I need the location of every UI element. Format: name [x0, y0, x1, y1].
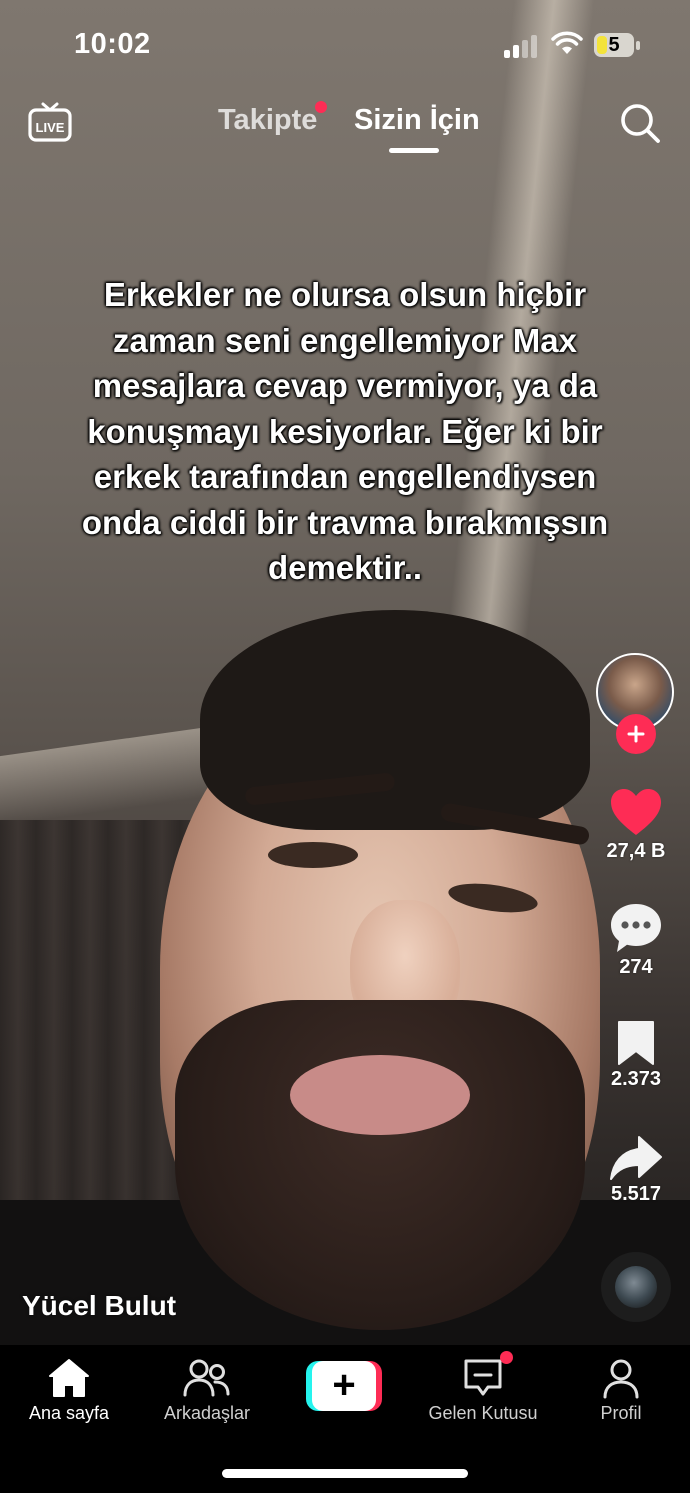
inbox-icon: [464, 1359, 502, 1396]
nav-friends-label: Arkadaşlar: [163, 1403, 251, 1423]
svg-text:LIVE: LIVE: [36, 120, 65, 135]
profile-icon: [603, 1359, 639, 1399]
status-time: 10:02: [74, 28, 151, 60]
caption-line: mesajlara cevap vermiyor, ya da: [92, 367, 598, 404]
battery-level: 5: [608, 33, 620, 56]
status-bar: 10:02 5: [0, 0, 690, 90]
inbox-notification-dot: [500, 1351, 513, 1364]
like-count: 27,4 B: [606, 840, 666, 862]
nav-inbox-label: Gelen Kutusu: [428, 1403, 538, 1423]
nav-profile-label: Profil: [600, 1403, 642, 1423]
music-disc[interactable]: [601, 1252, 671, 1322]
share-arrow-icon: [610, 1136, 662, 1180]
search-icon[interactable]: [619, 102, 661, 144]
nav-home[interactable]: Ana sayfa: [4, 1357, 134, 1424]
battery-icon: 5: [594, 33, 640, 57]
wifi-icon: [551, 31, 583, 54]
creator-name[interactable]: Yücel Bulut: [22, 1290, 176, 1322]
music-disc-cover: [615, 1266, 657, 1308]
home-icon: [49, 1359, 89, 1397]
nav-profile[interactable]: Profil: [556, 1357, 686, 1424]
caption-line: onda ciddi bir travma bırakmışsın: [81, 503, 609, 541]
nav-friends[interactable]: Arkadaşlar: [142, 1357, 272, 1424]
tab-for-you[interactable]: Sizin İçin: [354, 104, 480, 137]
video-player[interactable]: [0, 0, 690, 1345]
plus-icon: [627, 725, 645, 743]
nav-home-label: Ana sayfa: [28, 1403, 110, 1423]
share-count: 5.517: [610, 1183, 662, 1205]
cellular-signal-icon: [504, 34, 538, 58]
create-button[interactable]: +: [306, 1361, 382, 1411]
comment-button[interactable]: 274: [596, 902, 676, 979]
video-caption-overlay: Erkekler ne olursa olsun hiçbir zaman se…: [55, 272, 635, 591]
home-indicator[interactable]: [222, 1469, 468, 1478]
caption-line: demektir..: [267, 549, 423, 586]
bookmark-count: 2.373: [610, 1068, 662, 1090]
nav-inbox[interactable]: Gelen Kutusu: [418, 1357, 548, 1424]
battery-fill: [597, 36, 607, 54]
comment-count: 274: [619, 956, 653, 978]
friends-icon: [183, 1359, 230, 1397]
caption-line: konuşmayı kesiyorlar. Eğer ki bir: [87, 412, 603, 450]
create-plus-icon: +: [332, 1362, 356, 1407]
heart-icon: [611, 789, 661, 835]
tab-following[interactable]: Takipte: [218, 104, 317, 137]
live-tv-icon[interactable]: LIVE: [28, 100, 72, 144]
caption-line: zaman seni engellemiyor Max: [112, 321, 577, 359]
following-notification-dot: [315, 101, 327, 113]
left-eye: [268, 842, 358, 868]
create-button-face: +: [312, 1361, 376, 1411]
caption-line: Erkekler ne olursa olsun hiçbir: [103, 276, 587, 313]
active-tab-indicator: [389, 148, 439, 153]
bookmark-icon: [618, 1021, 654, 1065]
bookmark-button[interactable]: 2.373: [596, 1020, 676, 1091]
follow-button[interactable]: [616, 714, 656, 754]
comment-icon: [611, 904, 661, 952]
share-button[interactable]: 5.517: [596, 1135, 676, 1206]
like-button[interactable]: 27,4 B: [596, 788, 676, 863]
bottom-nav: Ana sayfa Arkadaşlar + Gelen Kutusu Prof…: [0, 1345, 690, 1493]
person-beard: [175, 1000, 585, 1330]
person-lips: [290, 1055, 470, 1135]
caption-line: erkek tarafından engellendiysen: [93, 458, 597, 495]
tiktok-screen: 10:02 5 LIVE Takipte Sizin İçin Erkekler…: [0, 0, 690, 1493]
